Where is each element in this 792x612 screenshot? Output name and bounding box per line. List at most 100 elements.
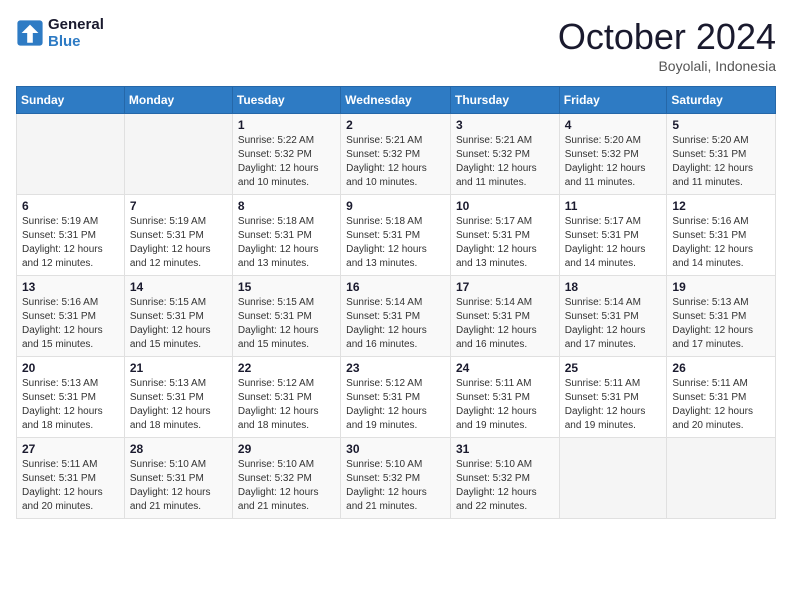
day-number: 26: [672, 361, 770, 375]
logo-text: General Blue: [48, 16, 104, 50]
day-cell: 3 Sunrise: 5:21 AMSunset: 5:32 PMDaylight…: [450, 114, 559, 195]
day-cell: 4 Sunrise: 5:20 AMSunset: 5:32 PMDaylight…: [559, 114, 667, 195]
day-cell: 23 Sunrise: 5:12 AMSunset: 5:31 PMDayligh…: [341, 357, 451, 438]
day-info: Sunrise: 5:22 AMSunset: 5:32 PMDaylight:…: [238, 134, 335, 190]
week-row-4: 20 Sunrise: 5:13 AMSunset: 5:31 PMDayligh…: [17, 357, 776, 438]
day-info: Sunrise: 5:14 AMSunset: 5:31 PMDaylight:…: [565, 296, 662, 352]
week-row-2: 6 Sunrise: 5:19 AMSunset: 5:31 PMDaylight…: [17, 195, 776, 276]
day-cell: 22 Sunrise: 5:12 AMSunset: 5:31 PMDayligh…: [232, 357, 340, 438]
day-info: Sunrise: 5:10 AMSunset: 5:31 PMDaylight:…: [130, 458, 227, 514]
day-number: 12: [672, 199, 770, 213]
day-cell: 26 Sunrise: 5:11 AMSunset: 5:31 PMDayligh…: [667, 357, 776, 438]
day-cell: 2 Sunrise: 5:21 AMSunset: 5:32 PMDaylight…: [341, 114, 451, 195]
header: General Blue October 2024 Boyolali, Indo…: [16, 16, 776, 74]
logo-icon: [16, 19, 44, 47]
day-number: 14: [130, 280, 227, 294]
day-cell: 24Sunrise: 5:11 AMSunset: 5:31 PMDayligh…: [450, 357, 559, 438]
day-number: 4: [565, 118, 662, 132]
month-title: October 2024: [558, 16, 776, 58]
day-number: 28: [130, 442, 227, 456]
day-info: Sunrise: 5:16 AMSunset: 5:31 PMDaylight:…: [672, 215, 770, 271]
weekday-header-monday: Monday: [124, 87, 232, 114]
day-info: Sunrise: 5:18 AMSunset: 5:31 PMDaylight:…: [238, 215, 335, 271]
day-info: Sunrise: 5:11 AMSunset: 5:31 PMDaylight:…: [565, 377, 662, 433]
week-row-3: 13 Sunrise: 5:16 AMSunset: 5:31 PMDayligh…: [17, 276, 776, 357]
day-cell: 17 Sunrise: 5:14 AMSunset: 5:31 PMDayligh…: [450, 276, 559, 357]
day-info: Sunrise: 5:17 AMSunset: 5:31 PMDaylight:…: [565, 215, 662, 271]
day-info: Sunrise: 5:21 AMSunset: 5:32 PMDaylight:…: [346, 134, 445, 190]
day-cell: 15 Sunrise: 5:15 AMSunset: 5:31 PMDayligh…: [232, 276, 340, 357]
day-number: 21: [130, 361, 227, 375]
day-info: Sunrise: 5:13 AMSunset: 5:31 PMDaylight:…: [22, 377, 119, 433]
day-info: Sunrise: 5:10 AMSunset: 5:32 PMDaylight:…: [456, 458, 554, 514]
day-cell: 12 Sunrise: 5:16 AMSunset: 5:31 PMDayligh…: [667, 195, 776, 276]
location: Boyolali, Indonesia: [558, 58, 776, 74]
day-cell: 25Sunrise: 5:11 AMSunset: 5:31 PMDayligh…: [559, 357, 667, 438]
day-info: Sunrise: 5:11 AMSunset: 5:31 PMDaylight:…: [672, 377, 770, 433]
day-number: 13: [22, 280, 119, 294]
day-number: 19: [672, 280, 770, 294]
day-number: 11: [565, 199, 662, 213]
day-number: 17: [456, 280, 554, 294]
day-info: Sunrise: 5:19 AMSunset: 5:31 PMDaylight:…: [22, 215, 119, 271]
day-number: 20: [22, 361, 119, 375]
day-cell: 18 Sunrise: 5:14 AMSunset: 5:31 PMDayligh…: [559, 276, 667, 357]
day-info: Sunrise: 5:15 AMSunset: 5:31 PMDaylight:…: [130, 296, 227, 352]
day-info: Sunrise: 5:13 AMSunset: 5:31 PMDaylight:…: [672, 296, 770, 352]
day-cell: 30Sunrise: 5:10 AMSunset: 5:32 PMDayligh…: [341, 438, 451, 519]
day-info: Sunrise: 5:17 AMSunset: 5:31 PMDaylight:…: [456, 215, 554, 271]
weekday-header-row: SundayMondayTuesdayWednesdayThursdayFrid…: [17, 87, 776, 114]
day-info: Sunrise: 5:13 AMSunset: 5:31 PMDaylight:…: [130, 377, 227, 433]
day-info: Sunrise: 5:19 AMSunset: 5:31 PMDaylight:…: [130, 215, 227, 271]
calendar: SundayMondayTuesdayWednesdayThursdayFrid…: [16, 86, 776, 519]
day-number: 3: [456, 118, 554, 132]
day-cell: 31 Sunrise: 5:10 AMSunset: 5:32 PMDayligh…: [450, 438, 559, 519]
day-number: 15: [238, 280, 335, 294]
day-number: 6: [22, 199, 119, 213]
weekday-header-friday: Friday: [559, 87, 667, 114]
day-cell: 6 Sunrise: 5:19 AMSunset: 5:31 PMDaylight…: [17, 195, 125, 276]
weekday-header-thursday: Thursday: [450, 87, 559, 114]
day-info: Sunrise: 5:14 AMSunset: 5:31 PMDaylight:…: [456, 296, 554, 352]
day-cell: 7Sunrise: 5:19 AMSunset: 5:31 PMDaylight…: [124, 195, 232, 276]
day-info: Sunrise: 5:10 AMSunset: 5:32 PMDaylight:…: [238, 458, 335, 514]
logo: General Blue: [16, 16, 104, 50]
day-number: 8: [238, 199, 335, 213]
day-number: 31: [456, 442, 554, 456]
day-cell: 27Sunrise: 5:11 AMSunset: 5:31 PMDayligh…: [17, 438, 125, 519]
weekday-header-tuesday: Tuesday: [232, 87, 340, 114]
day-info: Sunrise: 5:20 AMSunset: 5:32 PMDaylight:…: [565, 134, 662, 190]
day-number: 1: [238, 118, 335, 132]
day-info: Sunrise: 5:14 AMSunset: 5:31 PMDaylight:…: [346, 296, 445, 352]
day-cell: 14 Sunrise: 5:15 AMSunset: 5:31 PMDayligh…: [124, 276, 232, 357]
day-cell: [17, 114, 125, 195]
day-number: 2: [346, 118, 445, 132]
day-cell: 8 Sunrise: 5:18 AMSunset: 5:31 PMDaylight…: [232, 195, 340, 276]
day-cell: 9Sunrise: 5:18 AMSunset: 5:31 PMDaylight…: [341, 195, 451, 276]
day-cell: 28 Sunrise: 5:10 AMSunset: 5:31 PMDayligh…: [124, 438, 232, 519]
day-number: 16: [346, 280, 445, 294]
day-number: 24: [456, 361, 554, 375]
week-row-5: 27Sunrise: 5:11 AMSunset: 5:31 PMDayligh…: [17, 438, 776, 519]
day-cell: 10 Sunrise: 5:17 AMSunset: 5:31 PMDayligh…: [450, 195, 559, 276]
day-number: 5: [672, 118, 770, 132]
day-number: 23: [346, 361, 445, 375]
day-info: Sunrise: 5:15 AMSunset: 5:31 PMDaylight:…: [238, 296, 335, 352]
day-info: Sunrise: 5:16 AMSunset: 5:31 PMDaylight:…: [22, 296, 119, 352]
day-cell: 13 Sunrise: 5:16 AMSunset: 5:31 PMDayligh…: [17, 276, 125, 357]
day-cell: 21 Sunrise: 5:13 AMSunset: 5:31 PMDayligh…: [124, 357, 232, 438]
day-info: Sunrise: 5:21 AMSunset: 5:32 PMDaylight:…: [456, 134, 554, 190]
day-info: Sunrise: 5:18 AMSunset: 5:31 PMDaylight:…: [346, 215, 445, 271]
day-number: 18: [565, 280, 662, 294]
day-number: 30: [346, 442, 445, 456]
day-info: Sunrise: 5:12 AMSunset: 5:31 PMDaylight:…: [238, 377, 335, 433]
day-info: Sunrise: 5:12 AMSunset: 5:31 PMDaylight:…: [346, 377, 445, 433]
day-cell: [559, 438, 667, 519]
weekday-header-wednesday: Wednesday: [341, 87, 451, 114]
day-number: 10: [456, 199, 554, 213]
day-number: 22: [238, 361, 335, 375]
title-area: October 2024 Boyolali, Indonesia: [558, 16, 776, 74]
day-cell: 16 Sunrise: 5:14 AMSunset: 5:31 PMDayligh…: [341, 276, 451, 357]
day-number: 27: [22, 442, 119, 456]
day-cell: 11 Sunrise: 5:17 AMSunset: 5:31 PMDayligh…: [559, 195, 667, 276]
